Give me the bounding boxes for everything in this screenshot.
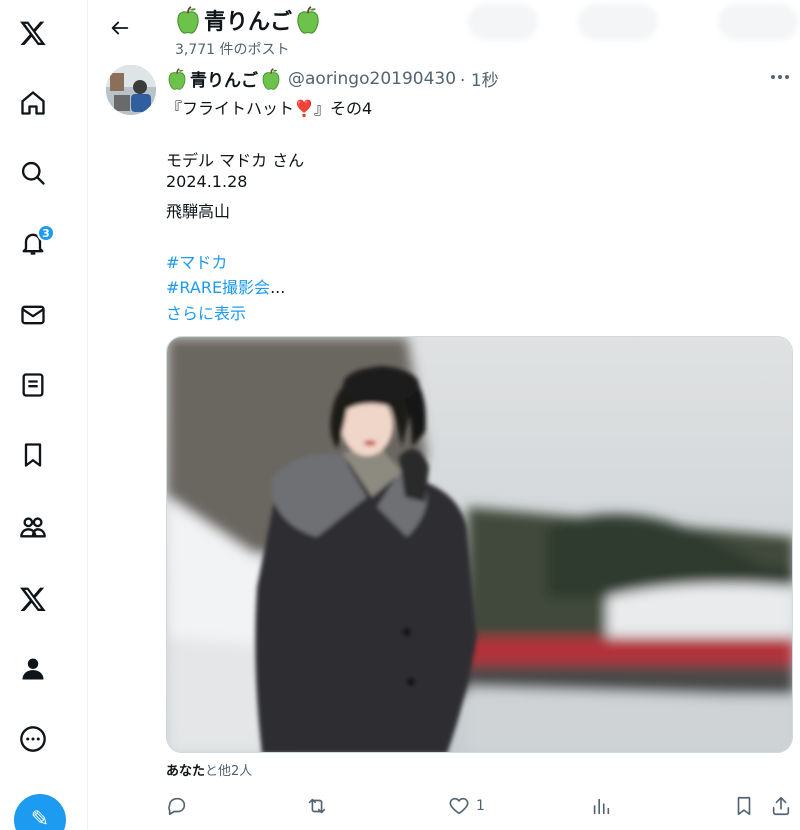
retweet-button[interactable] bbox=[306, 794, 334, 818]
like-count: 1 bbox=[476, 798, 485, 814]
author-name[interactable]: 青りんご bbox=[190, 66, 258, 91]
post-count: 3,771 件のポスト bbox=[175, 42, 290, 58]
liked-by-note[interactable]: あなたと他2人 bbox=[166, 760, 252, 779]
arrow-left-icon bbox=[111, 21, 129, 35]
tweet-text-place: 飛騨高山 bbox=[166, 202, 231, 221]
back-button[interactable] bbox=[106, 14, 134, 42]
avatar[interactable] bbox=[106, 65, 156, 115]
blurred-tab bbox=[578, 4, 658, 40]
show-more-link[interactable]: さらに表示 bbox=[166, 300, 246, 324]
blurred-tab bbox=[718, 4, 798, 40]
heart-exclamation-icon: ❣️ bbox=[294, 99, 314, 118]
search-icon[interactable] bbox=[10, 150, 56, 196]
green-apple-icon bbox=[168, 67, 186, 90]
bookmark-icon bbox=[737, 796, 751, 816]
x-premium-icon[interactable] bbox=[10, 576, 56, 622]
list-icon[interactable] bbox=[10, 362, 56, 408]
more-horizontal-icon bbox=[771, 75, 789, 79]
tweet-text-date: 2024.1.28 bbox=[166, 172, 248, 191]
tweet-author: 青りんご @aoringo20190430 · 1秒 bbox=[166, 66, 499, 91]
hashtag-link[interactable]: #RARE撮影会 bbox=[166, 278, 270, 297]
more-circle-icon[interactable] bbox=[10, 716, 56, 762]
profile-header: 青りんご 3,771 件のポスト bbox=[88, 0, 800, 60]
ellipsis: ... bbox=[270, 278, 286, 297]
tweet-text-title: 『フライトハット❣️』その4 bbox=[166, 95, 372, 119]
reply-button[interactable] bbox=[166, 794, 194, 818]
side-nav: 3 ✎ bbox=[0, 0, 88, 830]
bookmark-icon[interactable] bbox=[10, 432, 56, 478]
compose-button[interactable]: ✎ bbox=[14, 794, 66, 830]
more-options-button[interactable] bbox=[766, 66, 794, 88]
hashtag-link[interactable]: #マドカ bbox=[166, 249, 227, 273]
home-icon[interactable] bbox=[10, 80, 56, 126]
tweet-photo[interactable] bbox=[166, 336, 793, 753]
author-handle[interactable]: @aoringo20190430 bbox=[288, 69, 456, 89]
reply-icon bbox=[168, 797, 186, 816]
x-logo-icon[interactable] bbox=[10, 10, 56, 56]
share-icon bbox=[772, 796, 790, 816]
profile-icon[interactable] bbox=[10, 646, 56, 692]
compose-icon: ✎ bbox=[30, 807, 50, 830]
analytics-icon bbox=[593, 798, 610, 815]
bookmark-button[interactable] bbox=[733, 794, 755, 818]
liked-by-others: と他2人 bbox=[205, 764, 253, 779]
like-button[interactable]: 1 bbox=[448, 794, 485, 818]
mail-icon[interactable] bbox=[10, 292, 56, 338]
liked-by-you: あなた bbox=[166, 764, 206, 779]
green-apple-icon bbox=[262, 67, 280, 90]
green-apple-icon bbox=[177, 6, 199, 34]
retweet-icon bbox=[308, 798, 326, 814]
heart-icon bbox=[449, 797, 469, 815]
tweet-text-model: モデル マドカ さん bbox=[166, 151, 305, 170]
page-title-text: 青りんご bbox=[204, 10, 293, 35]
blurred-tab bbox=[468, 4, 538, 40]
bell-icon[interactable]: 3 bbox=[10, 220, 56, 266]
title-text-end: 』その4 bbox=[313, 99, 373, 118]
share-button[interactable] bbox=[770, 794, 792, 818]
notification-badge: 3 bbox=[37, 224, 55, 242]
page-title: 青りんご bbox=[174, 4, 322, 36]
tweet-timestamp[interactable]: · 1秒 bbox=[460, 66, 499, 91]
views-button[interactable] bbox=[590, 794, 618, 818]
green-apple-icon bbox=[297, 6, 319, 34]
communities-icon[interactable] bbox=[10, 504, 56, 550]
title-text: 『フライトハット bbox=[166, 99, 295, 118]
hashtag-line: #RARE撮影会... bbox=[166, 274, 285, 298]
